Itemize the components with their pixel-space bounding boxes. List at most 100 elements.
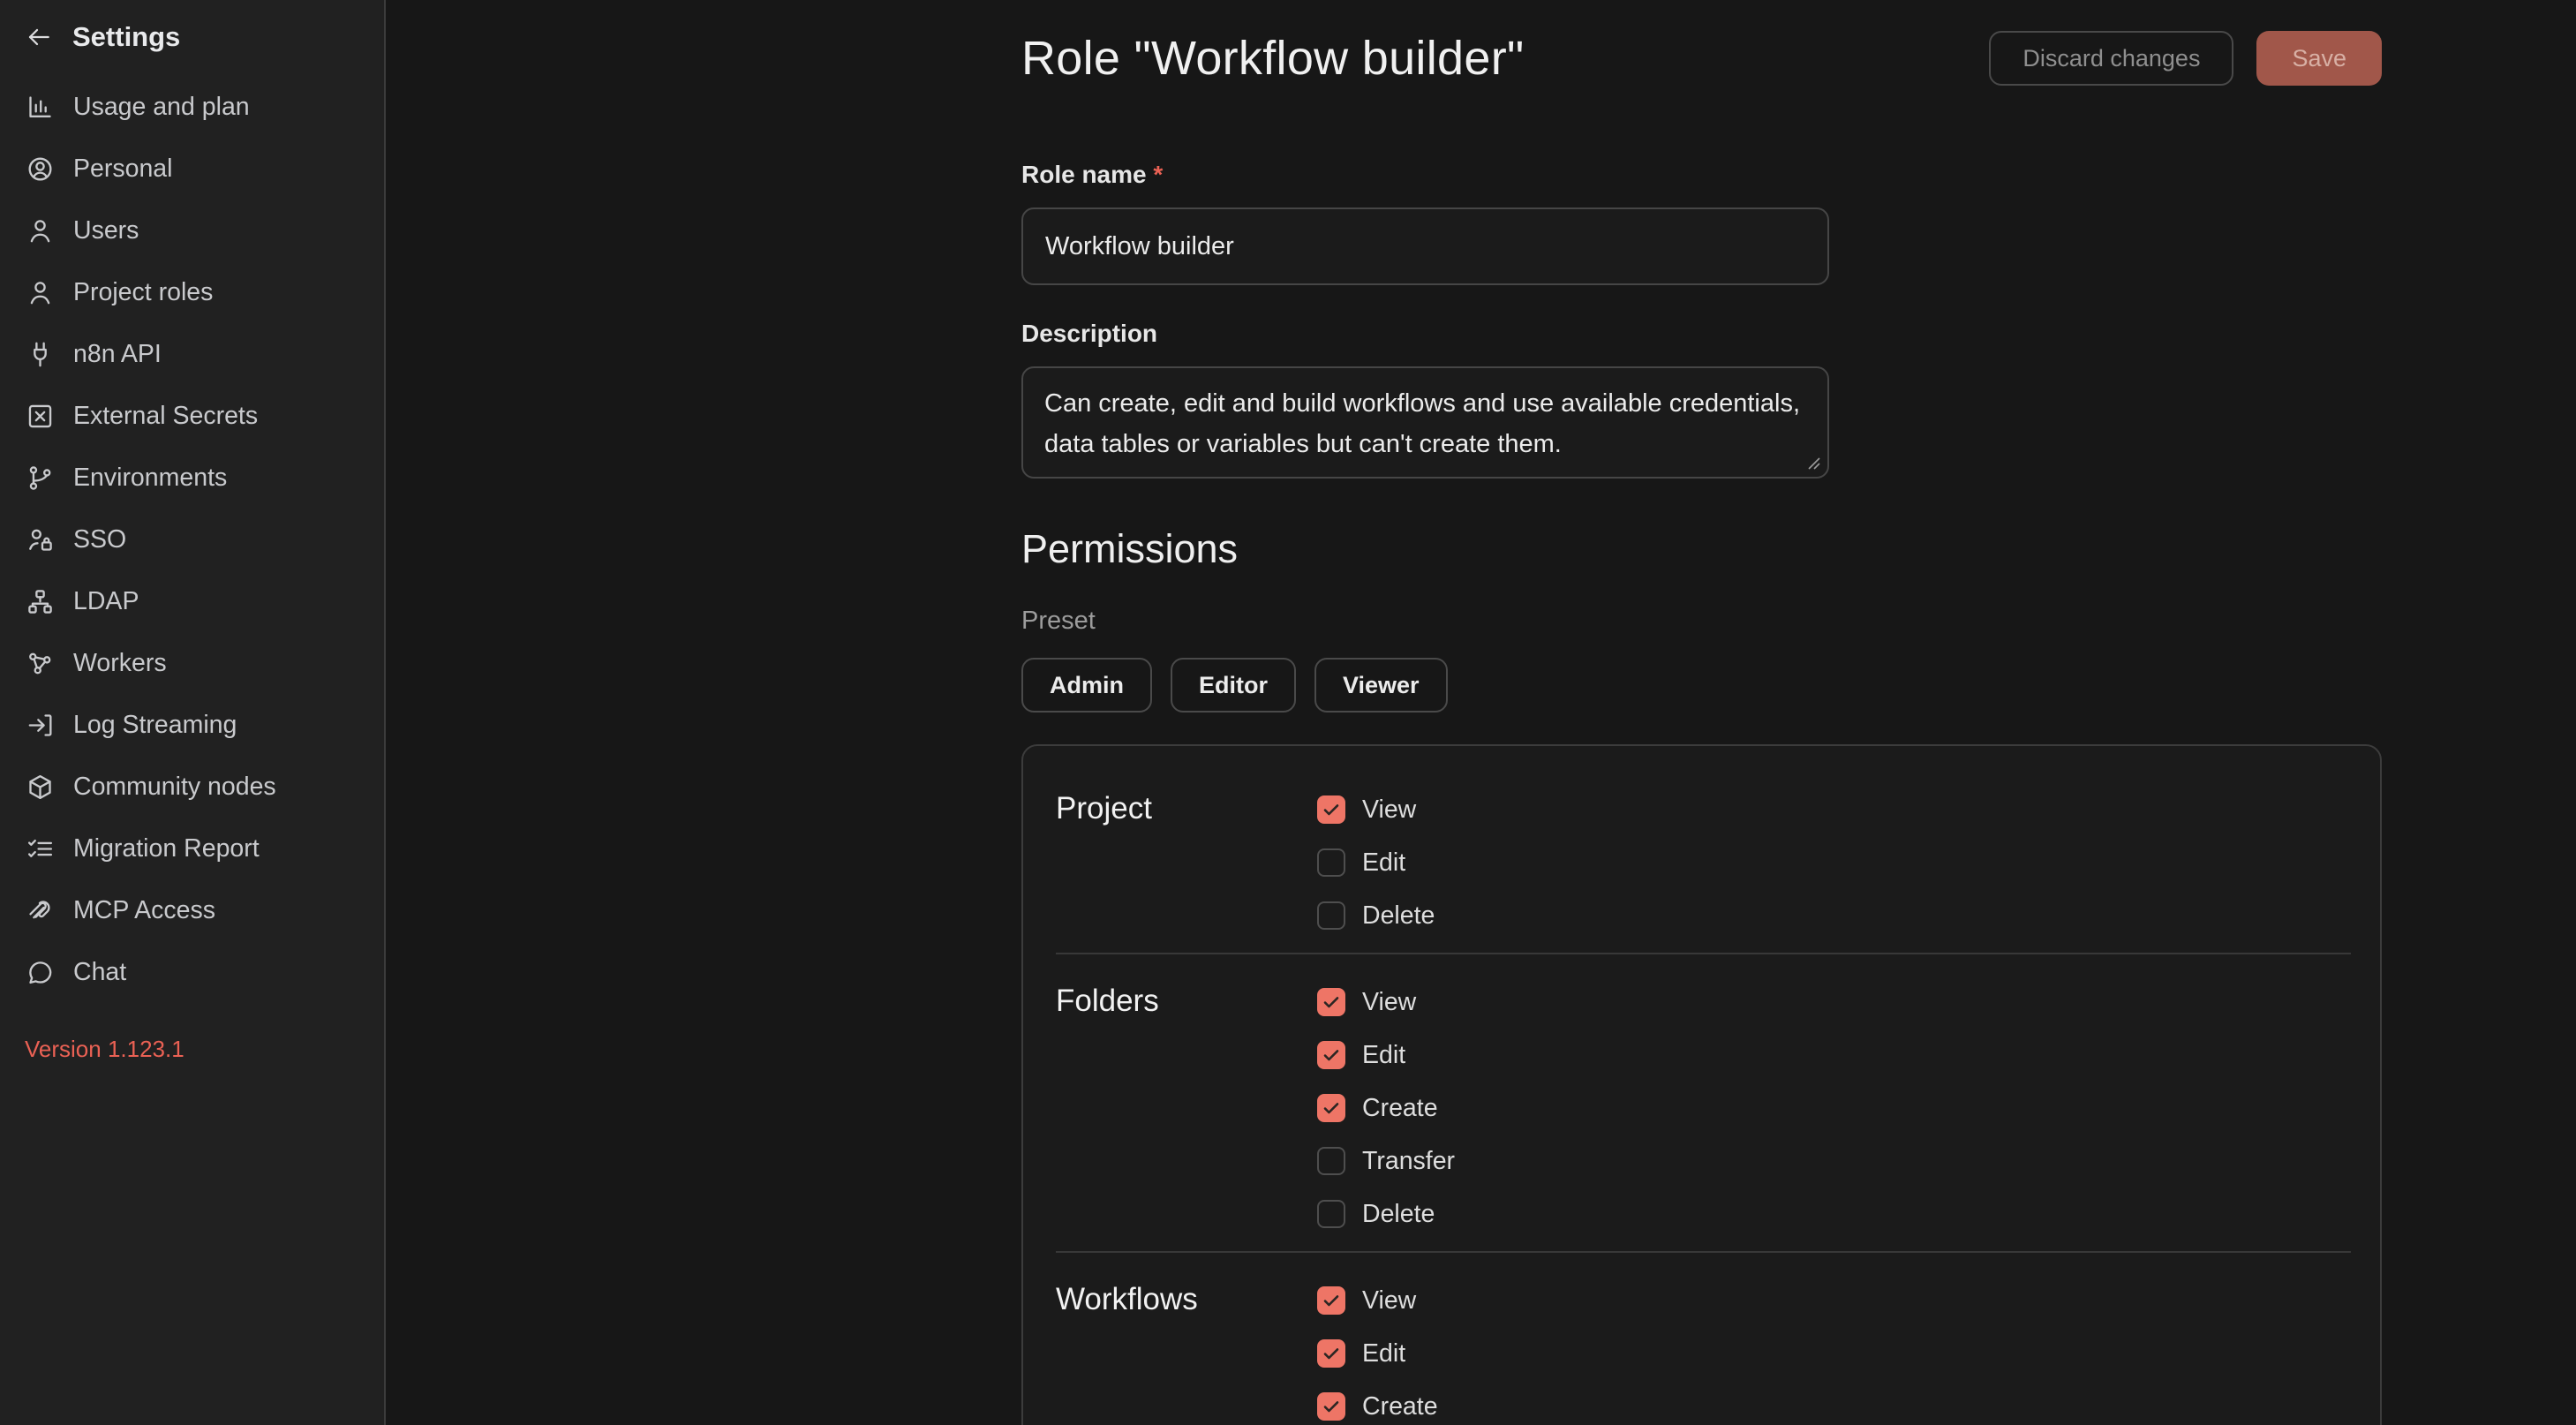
- checkbox-checked-icon[interactable]: [1317, 988, 1345, 1016]
- sidebar-item-external-secrets[interactable]: External Secrets: [25, 385, 359, 447]
- description-field-wrap: Can create, edit and build workflows and…: [1021, 366, 1829, 479]
- description-label: Description: [1021, 319, 2382, 349]
- permission-label: Create: [1362, 1392, 1438, 1421]
- sidebar-nav: Usage and plan Personal Users Project ro…: [25, 76, 359, 1003]
- sidebar-item-label: n8n API: [73, 340, 162, 369]
- sidebar-item-personal[interactable]: Personal: [25, 138, 359, 200]
- permission-row-folders-view[interactable]: View: [1317, 988, 1455, 1016]
- settings-sidebar: Settings Usage and plan Personal Users P…: [0, 0, 386, 1425]
- permission-row-workflows-create[interactable]: Create: [1317, 1392, 1438, 1421]
- sidebar-item-environments[interactable]: Environments: [25, 447, 359, 509]
- permission-group-folders: Folders View Edit Create Transfer Delete: [1056, 988, 2351, 1228]
- permission-group-label: Workflows: [1056, 1283, 1317, 1421]
- checkbox-unchecked-icon[interactable]: [1317, 1147, 1345, 1175]
- permission-row-project-edit[interactable]: Edit: [1317, 848, 1435, 877]
- sidebar-item-n8n-api[interactable]: n8n API: [25, 323, 359, 385]
- role-name-input[interactable]: [1021, 207, 1829, 285]
- permission-label: Delete: [1362, 1200, 1435, 1229]
- preset-label: Preset: [1021, 606, 2382, 636]
- preset-button-editor[interactable]: Editor: [1171, 658, 1296, 712]
- discard-changes-button[interactable]: Discard changes: [1989, 31, 2233, 86]
- sidebar-item-workers[interactable]: Workers: [25, 632, 359, 694]
- checkbox-checked-icon[interactable]: [1317, 1041, 1345, 1069]
- permission-row-workflows-view[interactable]: View: [1317, 1286, 1438, 1315]
- preset-buttons: Admin Editor Viewer: [1021, 658, 2382, 712]
- permissions-panel: Project View Edit Delete Folders View Ed…: [1021, 744, 2382, 1425]
- sidebar-title: Settings: [72, 21, 180, 53]
- sidebar-item-mcp-access[interactable]: MCP Access: [25, 879, 359, 941]
- sidebar-header: Settings: [25, 18, 359, 57]
- sidebar-item-users[interactable]: Users: [25, 200, 359, 261]
- share-nodes-icon: [25, 648, 55, 678]
- preset-button-admin[interactable]: Admin: [1021, 658, 1152, 712]
- plug-icon: [25, 339, 55, 369]
- permission-group-workflows: Workflows View Edit Create: [1056, 1286, 2351, 1421]
- sidebar-item-ldap[interactable]: LDAP: [25, 570, 359, 632]
- permission-label: Transfer: [1362, 1147, 1455, 1176]
- checkbox-checked-icon[interactable]: [1317, 1339, 1345, 1368]
- sidebar-item-label: Migration Report: [73, 834, 260, 863]
- chart-column-icon: [25, 92, 55, 122]
- checkbox-unchecked-icon[interactable]: [1317, 1200, 1345, 1228]
- permission-row-project-view[interactable]: View: [1317, 795, 1435, 824]
- permission-label: Edit: [1362, 1041, 1405, 1070]
- list-check-icon: [25, 833, 55, 863]
- permission-row-workflows-edit[interactable]: Edit: [1317, 1339, 1438, 1368]
- chat-bubble-icon: [25, 957, 55, 987]
- log-in-icon: [25, 710, 55, 740]
- checkbox-checked-icon[interactable]: [1317, 795, 1345, 824]
- role-name-label: Role name *: [1021, 160, 2382, 190]
- sidebar-item-chat[interactable]: Chat: [25, 941, 359, 1003]
- permission-row-project-delete[interactable]: Delete: [1317, 901, 1435, 930]
- preset-button-viewer[interactable]: Viewer: [1314, 658, 1448, 712]
- permission-label: View: [1362, 988, 1416, 1017]
- checkbox-checked-icon[interactable]: [1317, 1286, 1345, 1315]
- sidebar-item-migration-report[interactable]: Migration Report: [25, 818, 359, 879]
- header-actions: Discard changes Save: [1989, 31, 2382, 86]
- permission-group-project: Project View Edit Delete: [1056, 795, 2351, 930]
- sidebar-item-label: External Secrets: [73, 402, 258, 431]
- permission-label: Edit: [1362, 848, 1405, 878]
- checkbox-checked-icon[interactable]: [1317, 1392, 1345, 1421]
- mcp-icon: [25, 895, 55, 925]
- sidebar-item-sso[interactable]: SSO: [25, 509, 359, 570]
- permission-group-label: Project: [1056, 792, 1317, 930]
- sitemap-icon: [25, 586, 55, 616]
- checkbox-unchecked-icon[interactable]: [1317, 848, 1345, 877]
- description-textarea[interactable]: Can create, edit and build workflows and…: [1021, 366, 1829, 479]
- cube-icon: [25, 772, 55, 802]
- vault-icon: [25, 401, 55, 431]
- back-button[interactable]: [25, 23, 53, 51]
- sidebar-item-usage-and-plan[interactable]: Usage and plan: [25, 76, 359, 138]
- group-divider: [1056, 953, 2351, 954]
- page-header: Role "Workflow builder" Discard changes …: [1021, 27, 2382, 89]
- checkbox-checked-icon[interactable]: [1317, 1094, 1345, 1122]
- user-lock-icon: [25, 524, 55, 554]
- sidebar-item-label: Environments: [73, 464, 227, 493]
- checkbox-unchecked-icon[interactable]: [1317, 901, 1345, 930]
- permission-label: Delete: [1362, 901, 1435, 931]
- sidebar-item-label: Community nodes: [73, 773, 276, 802]
- save-button[interactable]: Save: [2256, 31, 2382, 86]
- permission-row-folders-create[interactable]: Create: [1317, 1094, 1455, 1122]
- sidebar-item-label: Workers: [73, 649, 167, 678]
- sidebar-item-log-streaming[interactable]: Log Streaming: [25, 694, 359, 756]
- sidebar-item-label: Personal: [73, 155, 172, 184]
- main-content: Role "Workflow builder" Discard changes …: [386, 0, 2576, 1425]
- permissions-heading: Permissions: [1021, 526, 2382, 572]
- sidebar-item-label: Project roles: [73, 278, 213, 307]
- sidebar-item-project-roles[interactable]: Project roles: [25, 261, 359, 323]
- sidebar-item-label: Chat: [73, 958, 126, 987]
- required-asterisk: *: [1153, 161, 1163, 188]
- user-circle-icon: [25, 154, 55, 184]
- permission-label: Edit: [1362, 1339, 1405, 1368]
- sidebar-item-community-nodes[interactable]: Community nodes: [25, 756, 359, 818]
- permission-label: View: [1362, 795, 1416, 825]
- permission-row-folders-delete[interactable]: Delete: [1317, 1200, 1455, 1228]
- sidebar-item-label: MCP Access: [73, 896, 215, 925]
- permission-label: View: [1362, 1286, 1416, 1316]
- permission-row-folders-transfer[interactable]: Transfer: [1317, 1147, 1455, 1175]
- version-label: Version 1.123.1: [25, 1036, 359, 1063]
- permission-label: Create: [1362, 1094, 1438, 1123]
- permission-row-folders-edit[interactable]: Edit: [1317, 1041, 1455, 1069]
